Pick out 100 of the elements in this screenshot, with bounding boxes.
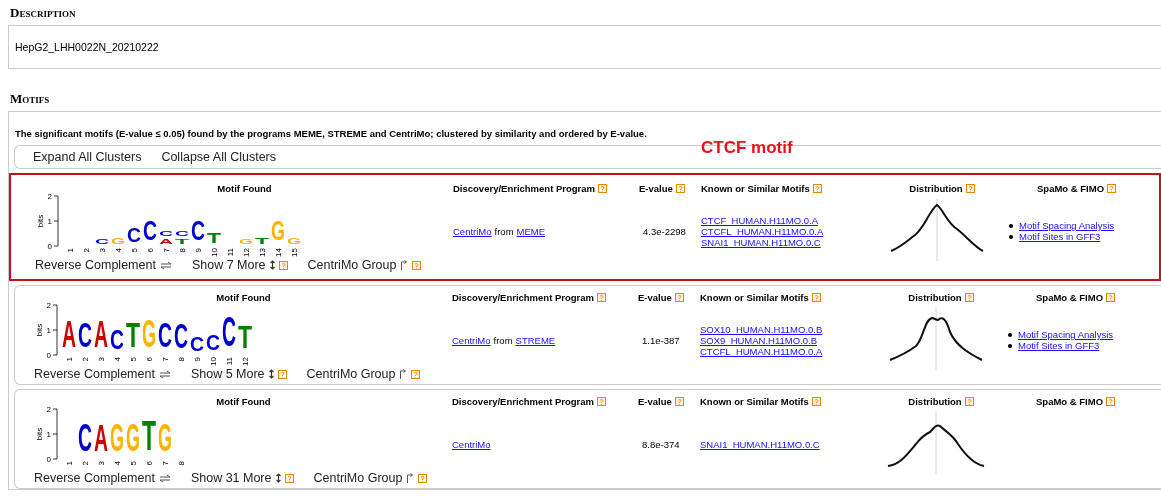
column-heading: SpaMo & FIMO: [1036, 292, 1104, 303]
corner-arrow-icon[interactable]: [406, 473, 415, 483]
source-program-link[interactable]: MEME: [516, 225, 546, 237]
help-icon[interactable]: [965, 184, 975, 193]
position-label: 12: [242, 248, 251, 257]
reverse-complement-link[interactable]: Reverse Complement: [34, 367, 155, 381]
centrimo-group-link[interactable]: CentriMo Group: [313, 471, 403, 485]
spamo-link[interactable]: Motif Sites in GFF3: [1018, 340, 1100, 351]
up-down-arrow-icon[interactable]: [269, 260, 275, 270]
corner-arrow-icon[interactable]: [399, 369, 408, 379]
help-icon[interactable]: [811, 397, 821, 406]
position-label: 15: [290, 248, 299, 257]
position-label: 1: [65, 357, 74, 362]
section-heading: Description: [10, 5, 77, 21]
logo-letter: C: [175, 228, 190, 238]
position-label: 2: [82, 248, 91, 253]
column-heading: Distribution: [909, 183, 963, 194]
position-label: 8: [178, 248, 187, 253]
position-label: 2: [81, 357, 90, 362]
program-link[interactable]: CentriMo: [452, 334, 491, 346]
show-more-link[interactable]: Show 5 More: [190, 367, 265, 381]
help-icon[interactable]: [1107, 184, 1117, 193]
centrimo-group-link[interactable]: CentriMo Group: [307, 258, 397, 272]
position-label: 6: [145, 461, 154, 466]
logo-letter: C: [110, 325, 125, 355]
similar-motif-link[interactable]: CTCFL_HUMAN.H11MO.0.A: [700, 345, 878, 357]
help-icon[interactable]: [1106, 293, 1116, 302]
e-value-text: 4.3e-2298: [643, 225, 686, 237]
similar-motif-link[interactable]: SOX9_HUMAN.H11MO.0.B: [700, 334, 878, 346]
program-link[interactable]: CentriMo: [453, 225, 492, 237]
from-text: from: [494, 225, 514, 237]
axis-label: bits: [36, 214, 45, 228]
spamo-link[interactable]: Motif Spacing Analysis: [1019, 220, 1115, 231]
position-label: 8: [177, 357, 186, 362]
spamo-link[interactable]: Motif Spacing Analysis: [1018, 329, 1114, 340]
help-icon[interactable]: [812, 184, 822, 193]
logo-letter: T: [255, 235, 268, 246]
toolbar-button[interactable]: Expand All Clusters: [27, 150, 148, 164]
swap-arrows-icon[interactable]: [158, 473, 171, 483]
help-icon[interactable]: [675, 184, 685, 193]
logo-letter: G: [142, 311, 158, 355]
logo-letter: G: [110, 415, 126, 459]
help-icon[interactable]: [674, 293, 684, 302]
help-icon[interactable]: [964, 293, 974, 302]
logo-letter: C: [174, 315, 189, 355]
reverse-complement-link[interactable]: Reverse Complement: [35, 258, 156, 272]
column-heading: Discovery/Enrichment Program: [453, 183, 596, 194]
corner-arrow-icon[interactable]: [400, 260, 409, 270]
reverse-complement-link[interactable]: Reverse Complement: [34, 471, 155, 485]
column-heading: Distribution: [908, 396, 962, 407]
axis-tick-label: 0: [47, 242, 52, 251]
swap-arrows-icon[interactable]: [158, 369, 171, 379]
program-link[interactable]: CentriMo: [452, 438, 491, 450]
position-label: 4: [114, 248, 123, 253]
similar-motif-link[interactable]: SOX10_HUMAN.H11MO.0.B: [700, 323, 878, 335]
position-label: 9: [193, 357, 202, 362]
toolbar-button[interactable]: Collapse All Clusters: [155, 150, 283, 164]
help-icon[interactable]: [598, 184, 608, 193]
intro-text: The significant motifs (E-value ≤ 0.05) found by the programs MEME, STREME and CentriMo; clustered by similarity and ordered by E-value.: [15, 128, 648, 139]
help-icon[interactable]: [1106, 397, 1116, 406]
show-more-link[interactable]: Show 31 More: [190, 471, 272, 485]
up-down-arrow-icon[interactable]: [268, 369, 274, 379]
axis-line: [52, 408, 58, 460]
similar-motif-link[interactable]: SNAI1_HUMAN.H11MO.0.C: [701, 236, 879, 248]
logo-letter: G: [287, 235, 303, 246]
axis-line: [52, 304, 58, 356]
show-more-link[interactable]: Show 7 More: [191, 258, 266, 272]
column-heading: SpaMo & FIMO: [1037, 183, 1105, 194]
axis-tick-label: 2: [47, 192, 52, 201]
help-icon[interactable]: [674, 397, 684, 406]
position-label: 6: [145, 357, 154, 362]
swap-arrows-icon[interactable]: [159, 260, 172, 270]
logo-letter: G: [271, 216, 287, 246]
similar-motif-link[interactable]: CTCFL_HUMAN.H11MO.0.A: [701, 225, 879, 237]
help-icon[interactable]: [811, 293, 821, 302]
source-program-link[interactable]: STREME: [515, 334, 556, 346]
similar-motif-link[interactable]: SNAI1_HUMAN.H11MO.0.C: [700, 438, 878, 450]
column-heading: E-value: [639, 183, 673, 194]
column-heading: Known or Similar Motifs: [700, 396, 809, 407]
position-label: 14: [274, 248, 283, 257]
help-icon[interactable]: [964, 397, 974, 406]
spamo-link[interactable]: Motif Sites in GFF3: [1019, 231, 1101, 242]
axis-tick-label: 2: [46, 301, 51, 310]
axis-tick-label: 1: [47, 217, 52, 226]
logo-letter: T: [142, 411, 155, 459]
help-icon[interactable]: [597, 293, 607, 302]
column-heading: Discovery/Enrichment Program: [452, 292, 595, 303]
e-value-text: 1.1e-387: [642, 334, 680, 346]
column-heading: Distribution: [908, 292, 962, 303]
column-heading: E-value: [638, 292, 672, 303]
position-label: 1: [66, 248, 75, 253]
centrimo-group-link[interactable]: CentriMo Group: [306, 367, 396, 381]
help-icon[interactable]: [597, 397, 607, 406]
similar-motif-link[interactable]: CTCF_HUMAN.H11MO.0.A: [701, 214, 879, 226]
logo-letter: C: [191, 214, 206, 246]
axis-tick-label: 1: [46, 326, 51, 335]
position-label: 3: [97, 357, 106, 362]
section-heading: Motifs: [10, 91, 51, 107]
up-down-arrow-icon[interactable]: [275, 473, 281, 483]
description-text: HepG2_LHH0022N_20210222: [15, 41, 159, 53]
